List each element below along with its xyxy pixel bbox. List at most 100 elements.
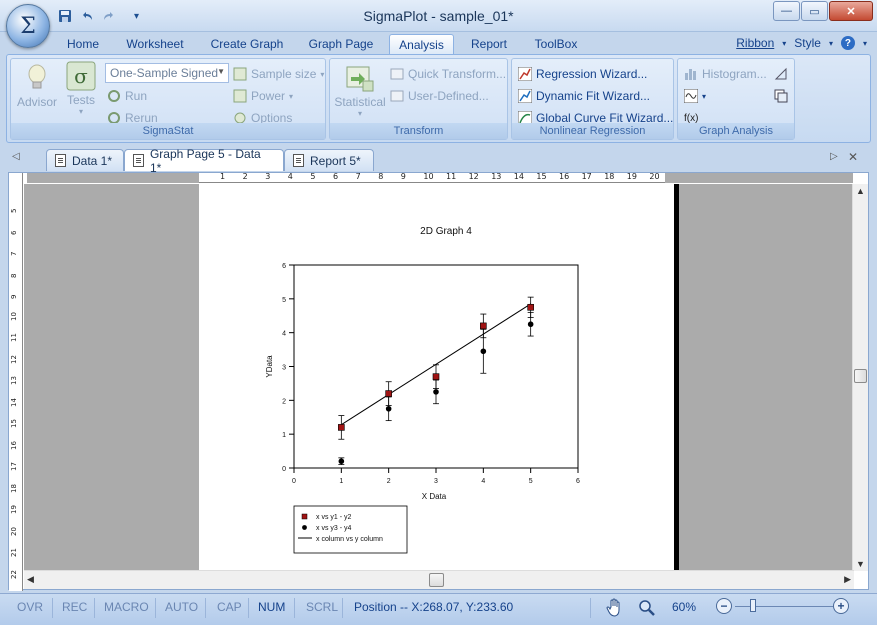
- tests-button[interactable]: σ Tests ▾: [61, 61, 101, 116]
- statistical-label: Statistical: [334, 95, 386, 109]
- power-button[interactable]: Power ▾: [233, 87, 293, 105]
- scroll-left-icon[interactable]: ◀: [27, 574, 34, 585]
- doc-tab-label: Data 1*: [72, 153, 113, 168]
- zoom-out-button[interactable]: −: [716, 598, 732, 614]
- user-defined-icon: [390, 89, 404, 103]
- doc-tab-graph-page-5[interactable]: Graph Page 5 - Data 1*: [124, 147, 284, 175]
- vertical-scrollbar[interactable]: ▲ ▼: [852, 184, 868, 571]
- data-point-circle: [338, 458, 345, 465]
- regression-wizard-label: Regression Wizard...: [536, 67, 648, 81]
- legend-marker-square: [301, 513, 308, 520]
- vertical-scroll-thumb[interactable]: [854, 369, 867, 383]
- x-tick-label: 1: [339, 478, 343, 485]
- test-select[interactable]: One-Sample Signed ▼: [105, 63, 229, 83]
- doc-tab-report-5[interactable]: Report 5*: [284, 149, 374, 171]
- ribbon-right-controls: Ribbon ▾ Style ▾ ? ▾: [736, 36, 867, 50]
- tab-toolbox[interactable]: ToolBox: [528, 34, 584, 55]
- tab-report[interactable]: Report: [466, 34, 512, 55]
- wave-icon: [683, 88, 699, 104]
- scroll-right-icon[interactable]: ▶: [844, 574, 851, 585]
- ruler-number: 14: [513, 172, 524, 181]
- graph-page[interactable]: 2D Graph 4 0 1 2 3 4 5 6 0 1 2 3 4 5 6 X Data YData x vs …: [199, 184, 679, 571]
- tab-scroll-left-icon[interactable]: ◁: [12, 151, 20, 162]
- statistical-arrow-icon: ▾: [357, 109, 362, 118]
- zoom-in-button[interactable]: +: [833, 598, 849, 614]
- ruler-number: 14: [10, 397, 18, 407]
- tests-label: Tests: [66, 93, 95, 107]
- tab-worksheet[interactable]: Worksheet: [120, 34, 190, 55]
- y-tick-label: 2: [282, 398, 286, 405]
- data-point-circle: [433, 389, 439, 395]
- advisor-label: Advisor: [16, 95, 57, 109]
- group-sigmastat: Advisor σ Tests ▾ One-Sample Signed ▼ Ru…: [10, 58, 326, 140]
- close-document-icon[interactable]: ✕: [848, 150, 858, 164]
- run-button[interactable]: Run: [107, 87, 147, 105]
- wave-analysis-button[interactable]: ▾: [683, 87, 706, 105]
- tab-create-graph[interactable]: Create Graph: [206, 34, 288, 55]
- ruler-number: 20: [10, 526, 18, 536]
- power-icon: [233, 89, 247, 103]
- ruler-number: 11: [446, 172, 457, 181]
- y-tick-label: 5: [282, 297, 286, 304]
- quick-transform-icon: [390, 67, 404, 81]
- horizontal-scrollbar[interactable]: ◀ ▶: [24, 570, 854, 589]
- document-tabs: ◁ Data 1* Graph Page 5 - Data 1* Report …: [0, 146, 877, 175]
- status-ovr: OVR: [17, 600, 44, 614]
- scroll-down-icon[interactable]: ▼: [856, 559, 865, 569]
- style-menu[interactable]: Style: [794, 36, 821, 50]
- graph-analysis-tool-1[interactable]: [774, 65, 788, 83]
- sigma-icon: σ: [66, 61, 96, 91]
- help-icon[interactable]: ?: [840, 36, 855, 50]
- ruler-number: 5: [310, 172, 316, 181]
- dynamic-fit-wizard-button[interactable]: Dynamic Fit Wizard...: [517, 87, 650, 105]
- status-divider: [294, 598, 295, 618]
- zoom-slider-thumb[interactable]: [750, 599, 756, 612]
- maximize-button[interactable]: ▭: [801, 1, 828, 21]
- tab-analysis[interactable]: Analysis: [389, 34, 454, 55]
- tab-home[interactable]: Home: [60, 34, 106, 55]
- dynamic-fit-icon: [517, 88, 533, 104]
- x-tick-label: 5: [529, 478, 533, 485]
- ruler-number: 8: [378, 172, 384, 181]
- data-point-square: [338, 424, 345, 431]
- group-nonlinear-regression: Regression Wizard... Dynamic Fit Wizard.…: [511, 58, 674, 140]
- ruler-number: 19: [626, 172, 637, 181]
- zoom-level: 60%: [672, 600, 697, 614]
- style-menu-arrow-icon: ▾: [828, 38, 833, 48]
- status-divider: [248, 598, 249, 618]
- data-point-square: [527, 303, 534, 311]
- statistical-button[interactable]: Statistical ▾: [334, 63, 386, 118]
- ruler-number: 10: [10, 311, 18, 321]
- histogram-button[interactable]: Histogram...: [684, 65, 767, 83]
- user-defined-button[interactable]: User-Defined...: [390, 87, 489, 105]
- ribbon-menu[interactable]: Ribbon: [736, 36, 774, 50]
- tab-scroll-right-icon[interactable]: ▷: [830, 151, 838, 162]
- ruler-number: 16: [559, 172, 570, 181]
- quick-transform-button[interactable]: Quick Transform...: [390, 65, 506, 83]
- close-button[interactable]: ✕: [829, 1, 873, 21]
- y-tick-label: 3: [282, 365, 286, 372]
- svg-text:σ: σ: [74, 64, 88, 88]
- status-divider: [590, 598, 591, 618]
- graph-4[interactable]: 2D Graph 4 0 1 2 3 4 5 6 0 1 2 3 4 5 6 X Data YData x vs …: [199, 184, 679, 571]
- tab-graph-page[interactable]: Graph Page: [304, 34, 378, 55]
- application-menu-button[interactable]: Σ: [6, 4, 50, 48]
- graph-page-icon: [133, 154, 144, 167]
- pan-hand-icon[interactable]: [606, 598, 624, 621]
- horizontal-scroll-thumb[interactable]: [429, 573, 444, 587]
- minimize-button[interactable]: —: [773, 1, 800, 21]
- scroll-up-icon[interactable]: ▲: [856, 186, 865, 196]
- ribbon-menu-arrow-icon: ▾: [782, 38, 787, 48]
- regression-wizard-button[interactable]: Regression Wizard...: [517, 65, 648, 83]
- zoom-magnifier-icon[interactable]: [638, 599, 656, 620]
- graph-analysis-tool-2[interactable]: [774, 87, 788, 105]
- sample-size-button[interactable]: Sample size ▾: [233, 65, 324, 83]
- histogram-label: Histogram...: [702, 67, 767, 81]
- tests-dropdown-arrow-icon: ▾: [78, 107, 83, 116]
- data-point-circle: [527, 321, 534, 328]
- advisor-button[interactable]: Advisor: [15, 63, 59, 109]
- ruler-number: 5: [10, 208, 18, 213]
- status-position: Position -- X:268.07, Y:233.60: [354, 600, 514, 614]
- doc-tab-data-1[interactable]: Data 1*: [46, 149, 124, 171]
- status-divider: [205, 598, 206, 618]
